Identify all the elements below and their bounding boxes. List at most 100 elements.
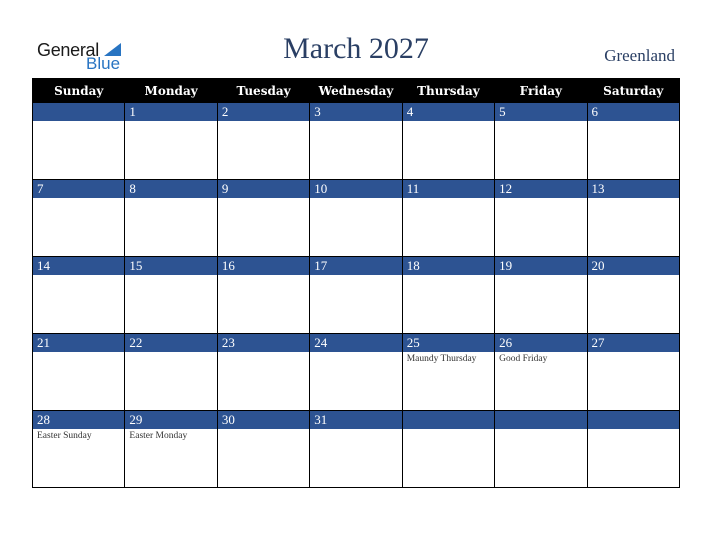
day-number: 1	[125, 103, 217, 121]
day-cell[interactable]: 6	[586, 102, 681, 180]
day-cell[interactable]: 26 Good Friday	[494, 333, 588, 411]
day-number: 13	[587, 180, 679, 198]
day-number: 6	[587, 103, 679, 121]
day-number: 9	[217, 180, 310, 198]
day-number	[33, 103, 125, 121]
day-number: 7	[33, 180, 125, 198]
day-cell[interactable]: 28 Easter Sunday	[31, 410, 126, 488]
day-cell[interactable]: 5	[494, 102, 588, 180]
day-number: 19	[495, 257, 587, 275]
day-cell[interactable]: 16	[216, 256, 311, 334]
day-number: 26	[495, 334, 587, 352]
day-number: 10	[310, 180, 402, 198]
holiday-label	[588, 352, 679, 354]
day-cell[interactable]: 29 Easter Monday	[124, 410, 218, 488]
day-cell[interactable]: 9	[216, 179, 311, 257]
day-cell[interactable]: 30	[216, 410, 311, 488]
day-cell[interactable]: 22	[124, 333, 218, 411]
holiday-label	[403, 198, 494, 200]
day-number	[495, 411, 587, 429]
day-cell[interactable]: 10	[309, 179, 403, 257]
holiday-label	[33, 121, 124, 123]
holiday-label	[310, 198, 401, 200]
day-cell[interactable]: 23	[216, 333, 311, 411]
day-cell[interactable]: 8	[124, 179, 218, 257]
day-number: 4	[402, 103, 495, 121]
day-cell[interactable]: 2	[216, 102, 311, 180]
holiday-label: Good Friday	[499, 354, 548, 364]
day-cell[interactable]	[401, 410, 496, 488]
day-number: 3	[310, 103, 402, 121]
week-row: 7 8 9 10 11 12 13	[31, 179, 681, 257]
day-number: 23	[217, 334, 310, 352]
week-row: 123456	[31, 102, 681, 180]
week-row: 28 Easter Sunday 29 Easter Monday 30 31	[31, 410, 681, 488]
day-number: 15	[125, 257, 217, 275]
holiday-label	[125, 121, 216, 123]
weekday-header: Wednesday	[309, 78, 403, 103]
holiday-label: Easter Sunday	[37, 431, 92, 441]
day-number: 11	[402, 180, 495, 198]
weekday-header: Saturday	[586, 78, 681, 103]
holiday-label: Easter Monday	[129, 431, 188, 441]
day-cell[interactable]: 27	[586, 333, 681, 411]
weekday-header: Sunday	[31, 78, 126, 103]
day-cell[interactable]: 1	[124, 102, 218, 180]
week-row: 14 15 16 17 18 19 20	[31, 256, 681, 334]
holiday-label	[310, 352, 401, 354]
weekday-header-row: Sunday Monday Tuesday Wednesday Thursday Frid…	[31, 78, 681, 103]
holiday-label	[495, 121, 586, 123]
holiday-label	[125, 198, 216, 200]
day-number: 29	[125, 411, 217, 429]
day-cell[interactable]	[494, 410, 588, 488]
holiday-label	[495, 429, 586, 431]
holiday-label: Maundy Thursday	[406, 354, 477, 364]
holiday-label	[403, 121, 494, 123]
day-cell[interactable]	[31, 102, 126, 180]
day-number: 22	[125, 334, 217, 352]
day-number: 28	[33, 411, 125, 429]
day-number: 14	[33, 257, 125, 275]
day-number: 2	[217, 103, 310, 121]
country-label: Greenland	[604, 46, 675, 65]
holiday-label	[588, 429, 679, 431]
holiday-label	[495, 275, 586, 277]
weekday-header: Friday	[494, 78, 588, 103]
day-number	[587, 411, 679, 429]
day-cell[interactable]: 17	[309, 256, 403, 334]
day-cell[interactable]: 25 Maundy Thursday	[401, 333, 496, 411]
day-cell[interactable]: 14	[31, 256, 126, 334]
day-cell[interactable]: 12	[494, 179, 588, 257]
holiday-label	[403, 275, 494, 277]
day-cell[interactable]: 4	[401, 102, 496, 180]
holiday-label	[310, 429, 401, 431]
day-cell[interactable]: 13	[586, 179, 681, 257]
holiday-label	[218, 275, 309, 277]
weekday-header: Tuesday	[216, 78, 311, 103]
day-cell[interactable]: 24	[309, 333, 403, 411]
day-cell[interactable]	[586, 410, 681, 488]
day-number	[402, 411, 495, 429]
day-cell[interactable]: 20	[586, 256, 681, 334]
day-cell[interactable]: 31	[309, 410, 403, 488]
day-number: 8	[125, 180, 217, 198]
day-cell[interactable]: 7	[31, 179, 126, 257]
day-number: 17	[310, 257, 402, 275]
holiday-label	[218, 429, 309, 431]
day-cell[interactable]: 18	[401, 256, 496, 334]
calendar-grid: Sunday Monday Tuesday Wednesday Thursday Frid…	[31, 78, 681, 488]
holiday-label	[588, 198, 679, 200]
day-cell[interactable]: 19	[494, 256, 588, 334]
day-number: 31	[310, 411, 402, 429]
day-cell[interactable]: 15	[124, 256, 218, 334]
holiday-label	[33, 275, 124, 277]
day-cell[interactable]: 11	[401, 179, 496, 257]
holiday-label	[218, 198, 309, 200]
day-number: 16	[217, 257, 310, 275]
day-cell[interactable]: 21	[31, 333, 126, 411]
holiday-label	[495, 198, 586, 200]
holiday-label	[403, 429, 494, 431]
day-cell[interactable]: 3	[309, 102, 403, 180]
holiday-label	[33, 352, 124, 354]
day-number: 21	[33, 334, 125, 352]
